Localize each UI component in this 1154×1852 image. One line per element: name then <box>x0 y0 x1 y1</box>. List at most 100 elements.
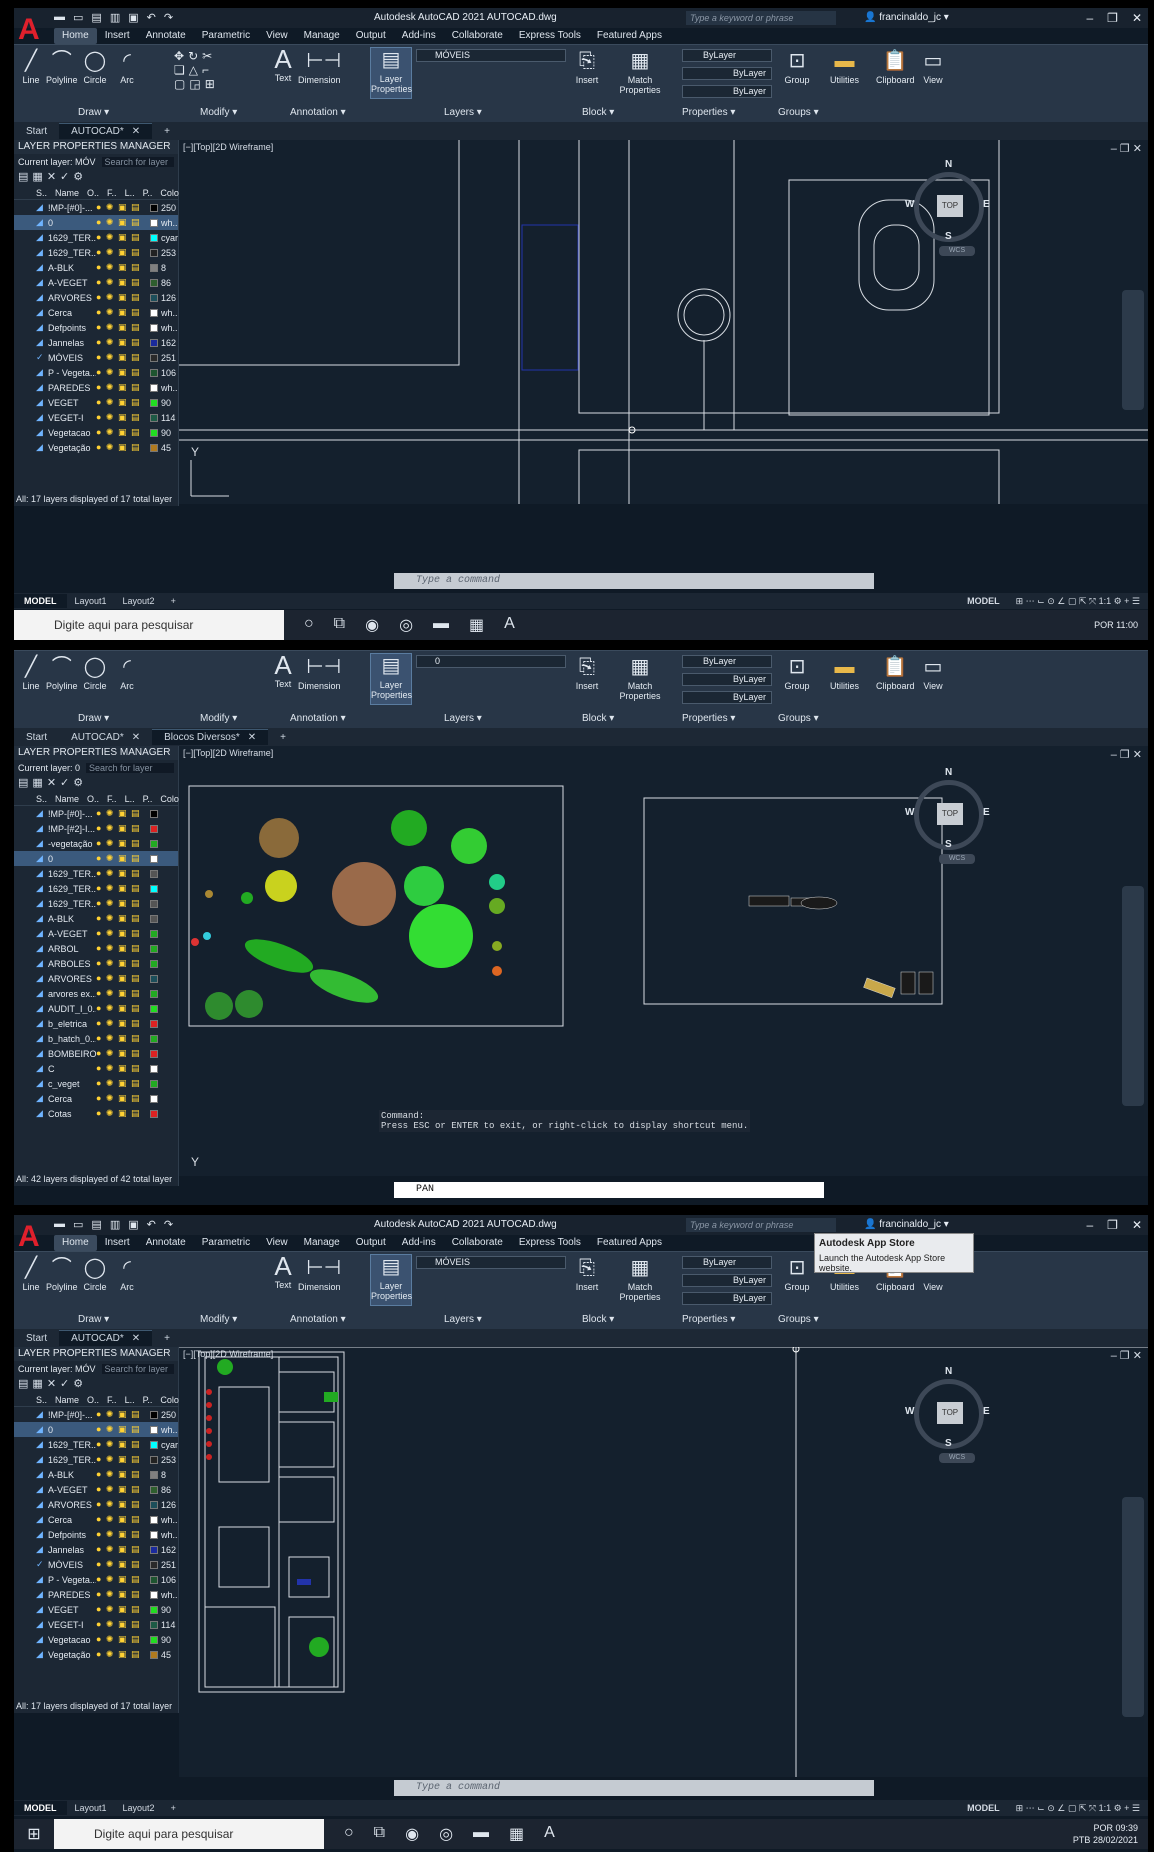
draw-panel-label[interactable]: Draw ▾ <box>78 1314 109 1325</box>
annotation-panel-label[interactable]: Annotation ▾ <box>290 107 346 118</box>
layer-toggle-icons[interactable]: ● ✺ ▣ ▤ <box>96 868 150 879</box>
menu-manage[interactable]: Manage <box>296 28 348 44</box>
tab-start[interactable]: Start <box>14 730 59 745</box>
layer-name[interactable]: MÓVEIS <box>48 1560 96 1570</box>
layer-dropdown[interactable]: MÓVEIS <box>416 1256 566 1269</box>
text-tool[interactable]: A Text <box>270 1253 296 1290</box>
layer-toggle-icons[interactable]: ● ✺ ▣ ▤ <box>96 1424 150 1435</box>
properties-panel-label[interactable]: Properties ▾ <box>682 1314 735 1325</box>
language-indicator[interactable]: POR <box>1093 1823 1113 1833</box>
layer-toggle-icons[interactable]: ● ✺ ▣ ▤ <box>96 1078 150 1089</box>
folder-icon[interactable]: ▬ <box>473 1824 489 1844</box>
command-input[interactable]: PAN <box>394 1182 824 1198</box>
insert-tool[interactable]: ⎘ Insert <box>574 49 600 85</box>
filter-icon[interactable]: ▦ <box>32 171 46 183</box>
menu-insert[interactable]: Insert <box>97 1235 138 1251</box>
layer-status-icon[interactable]: ◢ <box>36 1063 48 1074</box>
layer-status-icon[interactable]: ◢ <box>36 1469 48 1480</box>
layer-status-icon[interactable]: ◢ <box>36 292 48 303</box>
layer-status-icon[interactable]: ◢ <box>36 307 48 318</box>
layer-row[interactable]: ◢ A-VEGET ● ✺ ▣ ▤ 86 <box>14 1482 178 1497</box>
layer-color-swatch[interactable] <box>150 1635 158 1644</box>
layer-row[interactable]: ◢ C ● ✺ ▣ ▤ <box>14 1061 178 1076</box>
layer-color-swatch[interactable] <box>150 1440 158 1449</box>
layer-row[interactable]: ◢ P - Vegeta... ● ✺ ▣ ▤ 106 <box>14 1572 178 1587</box>
layer-row[interactable]: ◢ arvores ex... ● ✺ ▣ ▤ <box>14 986 178 1001</box>
cortana-icon[interactable]: ○ <box>344 1824 354 1844</box>
layer-name[interactable]: -vegetação <box>48 839 96 849</box>
viewcube[interactable]: TOP N S W E <box>905 159 990 242</box>
layer-row[interactable]: ◢ ARVORES ● ✺ ▣ ▤ 126 <box>14 1497 178 1512</box>
layer-toggle-icons[interactable]: ● ✺ ▣ ▤ <box>96 1469 150 1480</box>
layer-toggle-icons[interactable]: ● ✺ ▣ ▤ <box>96 232 150 243</box>
layer-status-icon[interactable]: ◢ <box>36 277 48 288</box>
layer-status-icon[interactable]: ◢ <box>36 943 48 954</box>
color-dropdown[interactable]: ByLayer <box>682 655 772 668</box>
layer-row[interactable]: ◢ VEGET ● ✺ ▣ ▤ 90 <box>14 1602 178 1617</box>
new-tab-button[interactable]: + <box>152 124 182 139</box>
layer-row[interactable]: ◢ 1629_TER... ● ✺ ▣ ▤ <box>14 866 178 881</box>
start-icon[interactable]: ⊞ <box>14 1824 54 1844</box>
compass-east[interactable]: E <box>983 199 990 210</box>
dimension-tool[interactable]: ⊢⊣ Dimension <box>298 49 341 85</box>
layer-toggle-icons[interactable]: ● ✺ ▣ ▤ <box>96 427 150 438</box>
layer-toggle-icons[interactable]: ● ✺ ▣ ▤ <box>96 1529 150 1540</box>
tab-autocad[interactable]: AUTOCAD* ✕ <box>59 123 153 139</box>
layer-toggle-icons[interactable]: ● ✺ ▣ ▤ <box>96 382 150 393</box>
fillet-icon[interactable]: ⌐ <box>202 63 213 77</box>
user-account[interactable]: 👤 francinaldo_jc ▾ <box>864 1219 949 1230</box>
layer-row[interactable]: ◢ PAREDES ● ✺ ▣ ▤ wh.. <box>14 1587 178 1602</box>
layer-name[interactable]: ARVORES <box>48 974 96 984</box>
layer-color-swatch[interactable] <box>150 854 158 863</box>
layer-name[interactable]: A-BLK <box>48 263 96 273</box>
layer-status-icon[interactable]: ◢ <box>36 217 48 228</box>
layer-name[interactable]: 1629_TER... <box>48 899 96 909</box>
layer-row[interactable]: ◢ VEGET ● ✺ ▣ ▤ 90 <box>14 395 178 410</box>
layer-name[interactable]: A-VEGET <box>48 1485 96 1495</box>
layer-status-icon[interactable]: ◢ <box>36 1108 48 1119</box>
layer-toggle-icons[interactable]: ● ✺ ▣ ▤ <box>96 808 150 819</box>
layer-name[interactable]: A-BLK <box>48 1470 96 1480</box>
layer-row[interactable]: ◢ Defpoints ● ✺ ▣ ▤ wh.. <box>14 320 178 335</box>
layer-toggle-icons[interactable]: ● ✺ ▣ ▤ <box>96 913 150 924</box>
line-tool[interactable]: ╱ Line <box>18 49 44 85</box>
layer-name[interactable]: Vegetação <box>48 1650 96 1660</box>
layer-status-icon[interactable]: ◢ <box>36 988 48 999</box>
layer-name[interactable]: A-VEGET <box>48 278 96 288</box>
search-input[interactable]: Type a keyword or phrase <box>686 1218 836 1232</box>
layer-row[interactable]: ◢ 0 ● ✺ ▣ ▤ wh.. <box>14 1422 178 1437</box>
layer-row[interactable]: ◢ Jannelas ● ✺ ▣ ▤ 162 <box>14 1542 178 1557</box>
layer-properties-button[interactable]: ▤ Layer Properties <box>370 653 412 705</box>
navigation-bar[interactable] <box>1122 886 1144 1106</box>
layer-row[interactable]: ◢ !MP-[#0]-... ● ✺ ▣ ▤ <box>14 806 178 821</box>
layer-toggle-icons[interactable]: ● ✺ ▣ ▤ <box>96 823 150 834</box>
menu-insert[interactable]: Insert <box>97 28 138 44</box>
layer-name[interactable]: Vegetacao <box>48 1635 96 1645</box>
rotate-icon[interactable]: ↻ <box>188 49 202 63</box>
layer-row[interactable]: ◢ PAREDES ● ✺ ▣ ▤ wh.. <box>14 380 178 395</box>
layer-color-swatch[interactable] <box>150 914 158 923</box>
layer-status-icon[interactable]: ◢ <box>36 1574 48 1585</box>
layer-status-icon[interactable]: ◢ <box>36 262 48 273</box>
groups-panel-label[interactable]: Groups ▾ <box>778 713 819 724</box>
annotation-panel-label[interactable]: Annotation ▾ <box>290 1314 346 1325</box>
folder-icon[interactable]: ▬ <box>433 615 449 635</box>
layer-toggle-icons[interactable]: ● ✺ ▣ ▤ <box>96 838 150 849</box>
layer-color-swatch[interactable] <box>150 1500 158 1509</box>
taskbar-search[interactable]: Digite aqui para pesquisar <box>54 1819 324 1849</box>
layer-name[interactable]: 1629_TER... <box>48 869 96 879</box>
delete-layer-icon[interactable]: ✕ <box>47 777 60 789</box>
layer-name[interactable]: AUDIT_I_0... <box>48 1004 96 1014</box>
dimension-tool[interactable]: ⊢⊣ Dimension <box>298 655 341 691</box>
layer-toggle-icons[interactable]: ● ✺ ▣ ▤ <box>96 1649 150 1660</box>
insert-tool[interactable]: ⎘ Insert <box>574 655 600 691</box>
layer-toggle-icons[interactable]: ● ✺ ▣ ▤ <box>96 202 150 213</box>
layer-status-icon[interactable]: ◢ <box>36 1619 48 1630</box>
layer-name[interactable]: VEGET <box>48 398 96 408</box>
layer-color-swatch[interactable] <box>150 218 158 227</box>
layer-toggle-icons[interactable]: ● ✺ ▣ ▤ <box>96 1033 150 1044</box>
layer-color-swatch[interactable] <box>150 1605 158 1614</box>
user-account[interactable]: 👤 francinaldo_jc ▾ <box>864 12 949 23</box>
layer-status-icon[interactable]: ◢ <box>36 202 48 213</box>
layer-color-swatch[interactable] <box>150 323 158 332</box>
